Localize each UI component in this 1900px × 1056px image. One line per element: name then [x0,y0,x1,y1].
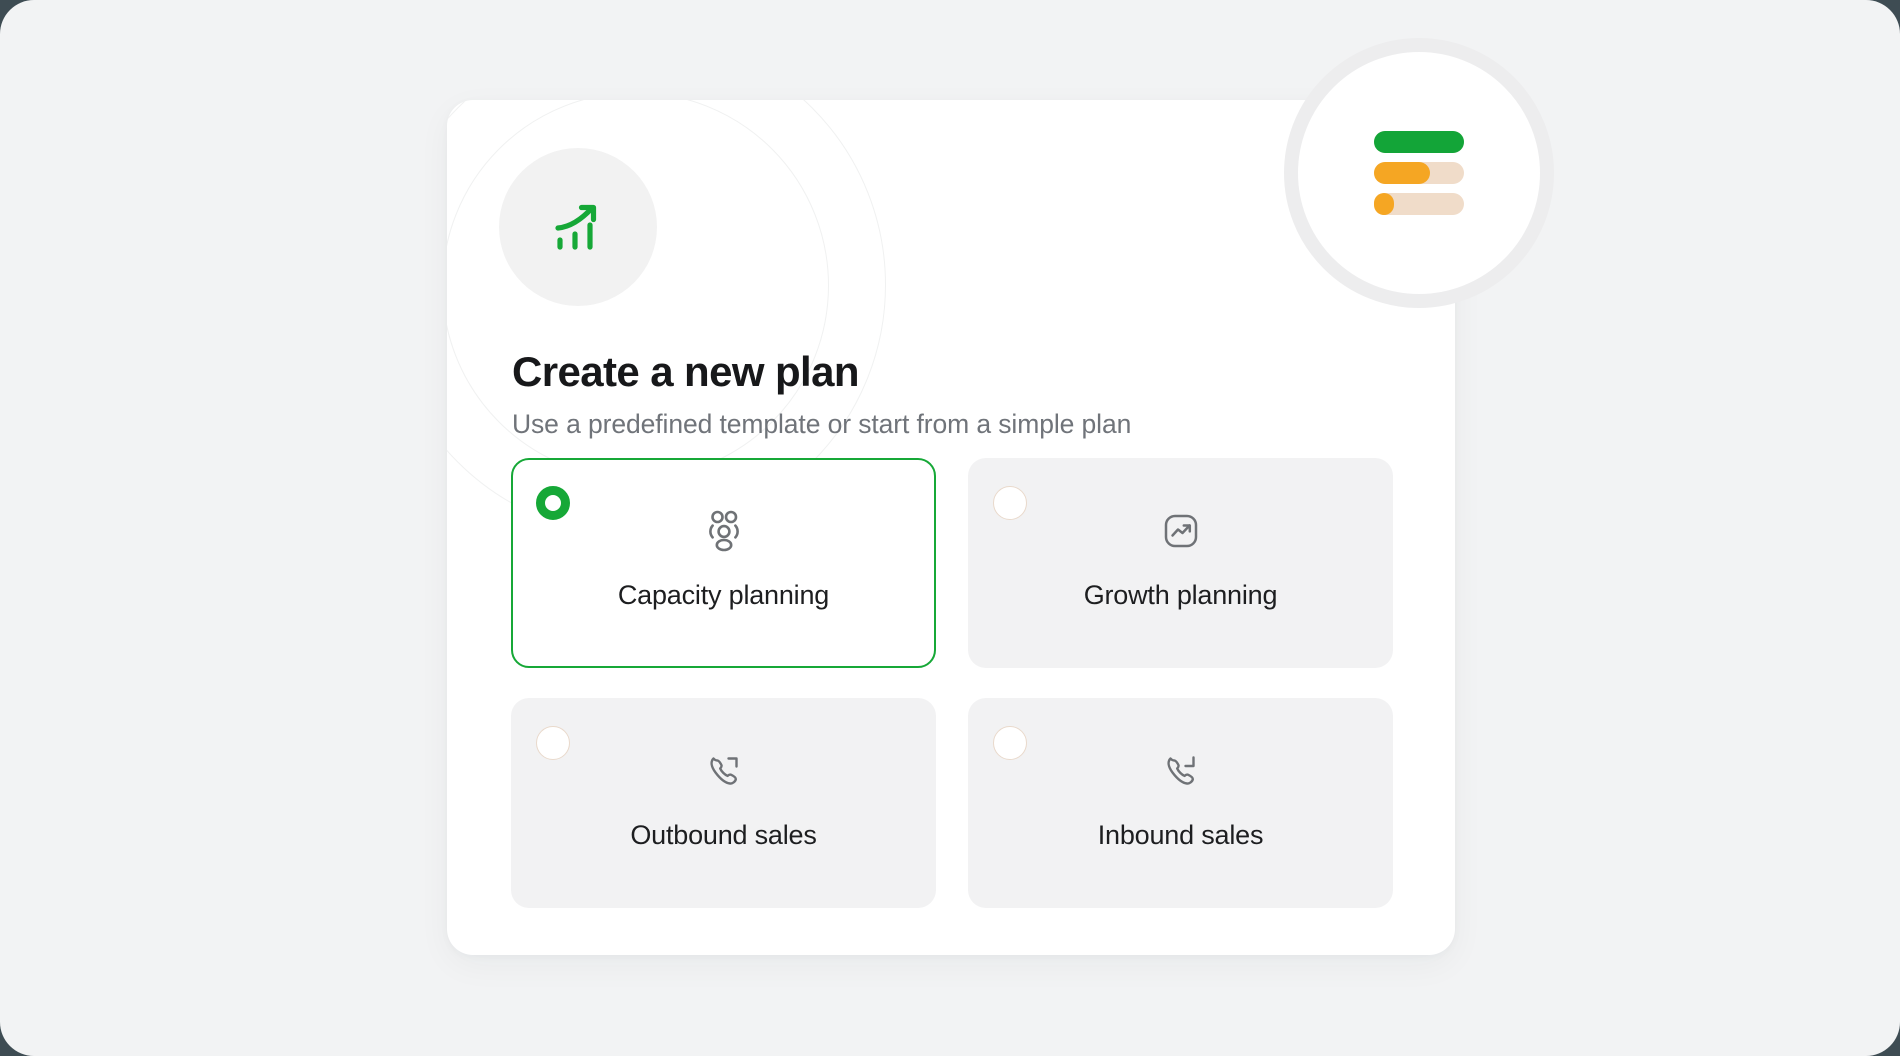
phone-incoming-icon [1154,744,1208,798]
option-card-growth-planning[interactable]: Growth planning [968,458,1393,668]
option-label: Inbound sales [1097,820,1264,850]
option-card-capacity-planning[interactable]: Capacity planning [511,458,936,668]
plan-template-options: Capacity planning Growth planning Outbou… [511,458,1393,908]
page-title: Create a new plan [512,348,860,395]
radio-inbound-sales[interactable] [993,726,1027,760]
brand-badge [1284,38,1554,308]
brand-bar-track-1 [1374,131,1464,153]
option-label: Capacity planning [617,580,830,610]
brand-bar-track-3 [1374,193,1464,215]
radio-outbound-sales[interactable] [536,726,570,760]
phone-outgoing-icon [697,744,751,798]
radio-growth-planning[interactable] [993,486,1027,520]
stacked-progress-bars-logo [1374,131,1464,215]
option-label: Growth planning [1083,580,1278,610]
trending-up-square-icon [1154,504,1208,558]
option-label: Outbound sales [630,820,817,850]
app-root: Create a new plan Use a predefined templ… [0,0,1900,1056]
growth-chart-icon [499,148,657,306]
brand-bar-fill-3 [1374,193,1394,215]
option-card-inbound-sales[interactable]: Inbound sales [968,698,1393,908]
heading-block: Create a new plan Use a predefined templ… [512,348,1392,441]
brand-bar-fill-1 [1374,131,1464,153]
page-subtitle: Use a predefined template or start from … [512,409,1132,440]
brand-bar-fill-2 [1374,162,1430,184]
brand-bar-track-2 [1374,162,1464,184]
radio-capacity-planning[interactable] [536,486,570,520]
users-group-icon [697,504,751,558]
option-card-outbound-sales[interactable]: Outbound sales [511,698,936,908]
